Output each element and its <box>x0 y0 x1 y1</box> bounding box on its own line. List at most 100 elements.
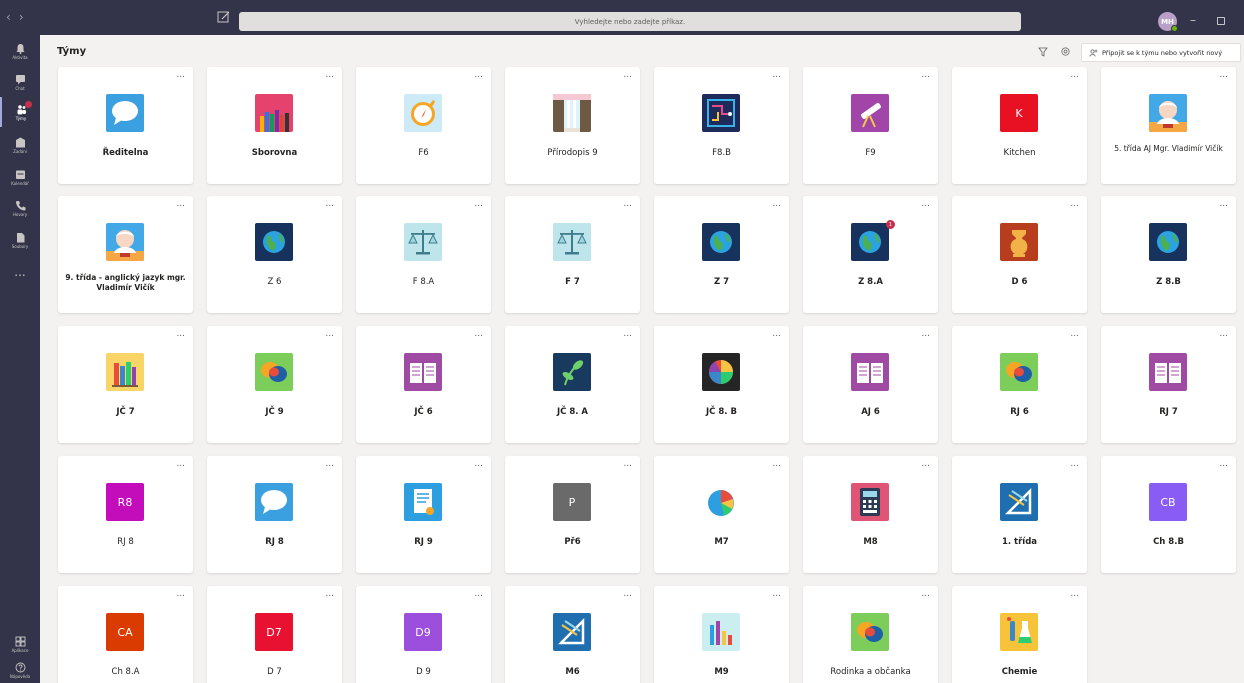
more-options-icon[interactable]: ... <box>176 329 185 339</box>
team-card[interactable]: ... Z 6 <box>207 196 342 313</box>
join-or-create-team-button[interactable]: Připojit se k týmu nebo vytvořit nový <box>1081 43 1241 62</box>
team-card[interactable]: ... Z 8.B <box>1101 196 1236 313</box>
more-options-icon[interactable]: ... <box>176 589 185 599</box>
team-card[interactable]: ... Přírodopis 9 <box>505 67 640 184</box>
team-card[interactable]: ... Sborovna <box>207 67 342 184</box>
more-options-icon[interactable]: ... <box>474 589 483 599</box>
more-options-icon[interactable]: ... <box>1219 329 1228 339</box>
more-options-icon[interactable]: ... <box>772 199 781 209</box>
more-options-icon[interactable]: ... <box>176 70 185 80</box>
team-card[interactable]: ... F 7 <box>505 196 640 313</box>
team-card[interactable]: ... Ředitelna <box>58 67 193 184</box>
more-options-icon[interactable]: ... <box>325 329 334 339</box>
team-card[interactable]: ... F8.B <box>654 67 789 184</box>
team-card[interactable]: ... D7 D 7 <box>207 586 342 683</box>
rail-item-hovory[interactable]: Hovory <box>0 193 40 223</box>
team-card[interactable]: ... M6 <box>505 586 640 683</box>
team-card[interactable]: ... K Kitchen <box>952 67 1087 184</box>
more-options-icon[interactable]: ... <box>921 589 930 599</box>
team-card[interactable]: ... JČ 8. A <box>505 326 640 443</box>
minimize-icon[interactable]: – <box>1190 13 1196 27</box>
team-card[interactable]: ... JČ 9 <box>207 326 342 443</box>
more-options-icon[interactable]: ... <box>1219 70 1228 80</box>
more-options-icon[interactable]: ... <box>474 329 483 339</box>
more-options-icon[interactable]: ... <box>1070 199 1079 209</box>
more-options-icon[interactable]: ... <box>921 459 930 469</box>
team-card[interactable]: ... CB Ch 8.B <box>1101 456 1236 573</box>
more-options-icon[interactable]: ... <box>921 329 930 339</box>
team-card[interactable]: ... Rodinka a občanka <box>803 586 938 683</box>
more-options-icon[interactable]: ... <box>1219 459 1228 469</box>
more-options-icon[interactable]: ... <box>474 199 483 209</box>
rail-item-aktivita[interactable]: Aktivita <box>0 36 40 66</box>
more-options-icon[interactable]: ... <box>921 199 930 209</box>
more-options-icon[interactable]: ... <box>623 199 632 209</box>
more-options-icon[interactable]: ... <box>1070 329 1079 339</box>
team-card[interactable]: ... F 8.A <box>356 196 491 313</box>
rail-item-zadani[interactable]: Zadání <box>0 130 40 160</box>
rail-more-apps[interactable]: ... <box>0 257 40 287</box>
more-options-icon[interactable]: ... <box>772 329 781 339</box>
rail-item-help[interactable]: Nápověda <box>0 655 40 683</box>
team-card[interactable]: ... RJ 8 <box>207 456 342 573</box>
more-options-icon[interactable]: ... <box>1070 70 1079 80</box>
avatar[interactable]: MH <box>1158 12 1178 32</box>
search-input[interactable]: Vyhledejte nebo zadejte příkaz. <box>239 12 1021 31</box>
more-options-icon[interactable]: ... <box>474 459 483 469</box>
team-card[interactable]: ... 1. třída <box>952 456 1087 573</box>
team-card[interactable]: ... M9 <box>654 586 789 683</box>
team-card[interactable]: ... RJ 6 <box>952 326 1087 443</box>
more-options-icon[interactable]: ... <box>772 459 781 469</box>
compose-icon[interactable] <box>217 11 231 23</box>
rail-item-chat[interactable]: Chat <box>0 67 40 97</box>
team-card[interactable]: ... 1 Z 8.A <box>803 196 938 313</box>
more-options-icon[interactable]: ... <box>1070 589 1079 599</box>
more-options-icon[interactable]: ... <box>474 70 483 80</box>
more-options-icon[interactable]: ... <box>921 70 930 80</box>
more-options-icon[interactable]: ... <box>176 199 185 209</box>
more-options-icon[interactable]: ... <box>325 459 334 469</box>
team-card[interactable]: ... RJ 9 <box>356 456 491 573</box>
team-card[interactable]: ... AJ 6 <box>803 326 938 443</box>
more-options-icon[interactable]: ... <box>1219 199 1228 209</box>
rail-item-tymy[interactable]: Týmy <box>0 97 40 127</box>
rail-item-kalendar[interactable]: Kalendář <box>0 162 40 192</box>
team-card[interactable]: ... CA Ch 8.A <box>58 586 193 683</box>
rail-item-label: Týmy <box>15 115 27 121</box>
team-card[interactable]: ... D9 D 9 <box>356 586 491 683</box>
more-options-icon[interactable]: ... <box>623 459 632 469</box>
forward-arrow-icon[interactable]: › <box>19 10 24 24</box>
team-card[interactable]: ... 5. třída AJ Mgr. Vladimír Vičík <box>1101 67 1236 184</box>
team-card[interactable]: ... M8 <box>803 456 938 573</box>
more-options-icon[interactable]: ... <box>623 70 632 80</box>
team-card[interactable]: ... 9. třída - anglický jazyk mgr. Vladim… <box>58 196 193 313</box>
gear-icon[interactable] <box>1060 46 1071 57</box>
team-card[interactable]: ... F9 <box>803 67 938 184</box>
rail-item-label: Kalendář <box>11 180 29 186</box>
team-card[interactable]: ... P Př6 <box>505 456 640 573</box>
more-options-icon[interactable]: ... <box>325 70 334 80</box>
team-card[interactable]: ... Z 7 <box>654 196 789 313</box>
team-card[interactable]: ... F6 <box>356 67 491 184</box>
team-card[interactable]: ... JČ 7 <box>58 326 193 443</box>
more-options-icon[interactable]: ... <box>623 329 632 339</box>
more-options-icon[interactable]: ... <box>772 70 781 80</box>
team-card[interactable]: ... M7 <box>654 456 789 573</box>
team-card[interactable]: ... Chemie <box>952 586 1087 683</box>
rail-item-soubory[interactable]: Soubory <box>0 225 40 255</box>
more-options-icon[interactable]: ... <box>325 199 334 209</box>
more-options-icon[interactable]: ... <box>772 589 781 599</box>
team-card[interactable]: ... R8 RJ 8 <box>58 456 193 573</box>
back-arrow-icon[interactable]: ‹ <box>6 10 11 24</box>
more-options-icon[interactable]: ... <box>1070 459 1079 469</box>
team-card[interactable]: ... RJ 7 <box>1101 326 1236 443</box>
more-options-icon[interactable]: ... <box>176 459 185 469</box>
team-card[interactable]: ... JČ 6 <box>356 326 491 443</box>
app-bar: Aktivita Chat Týmy Zadání Kalendář Hovory Soub… <box>0 35 40 683</box>
team-card[interactable]: ... JČ 8. B <box>654 326 789 443</box>
filter-icon[interactable] <box>1038 47 1048 57</box>
more-options-icon[interactable]: ... <box>623 589 632 599</box>
team-card[interactable]: ... D 6 <box>952 196 1087 313</box>
more-options-icon[interactable]: ... <box>325 589 334 599</box>
restore-icon[interactable] <box>1217 17 1225 25</box>
